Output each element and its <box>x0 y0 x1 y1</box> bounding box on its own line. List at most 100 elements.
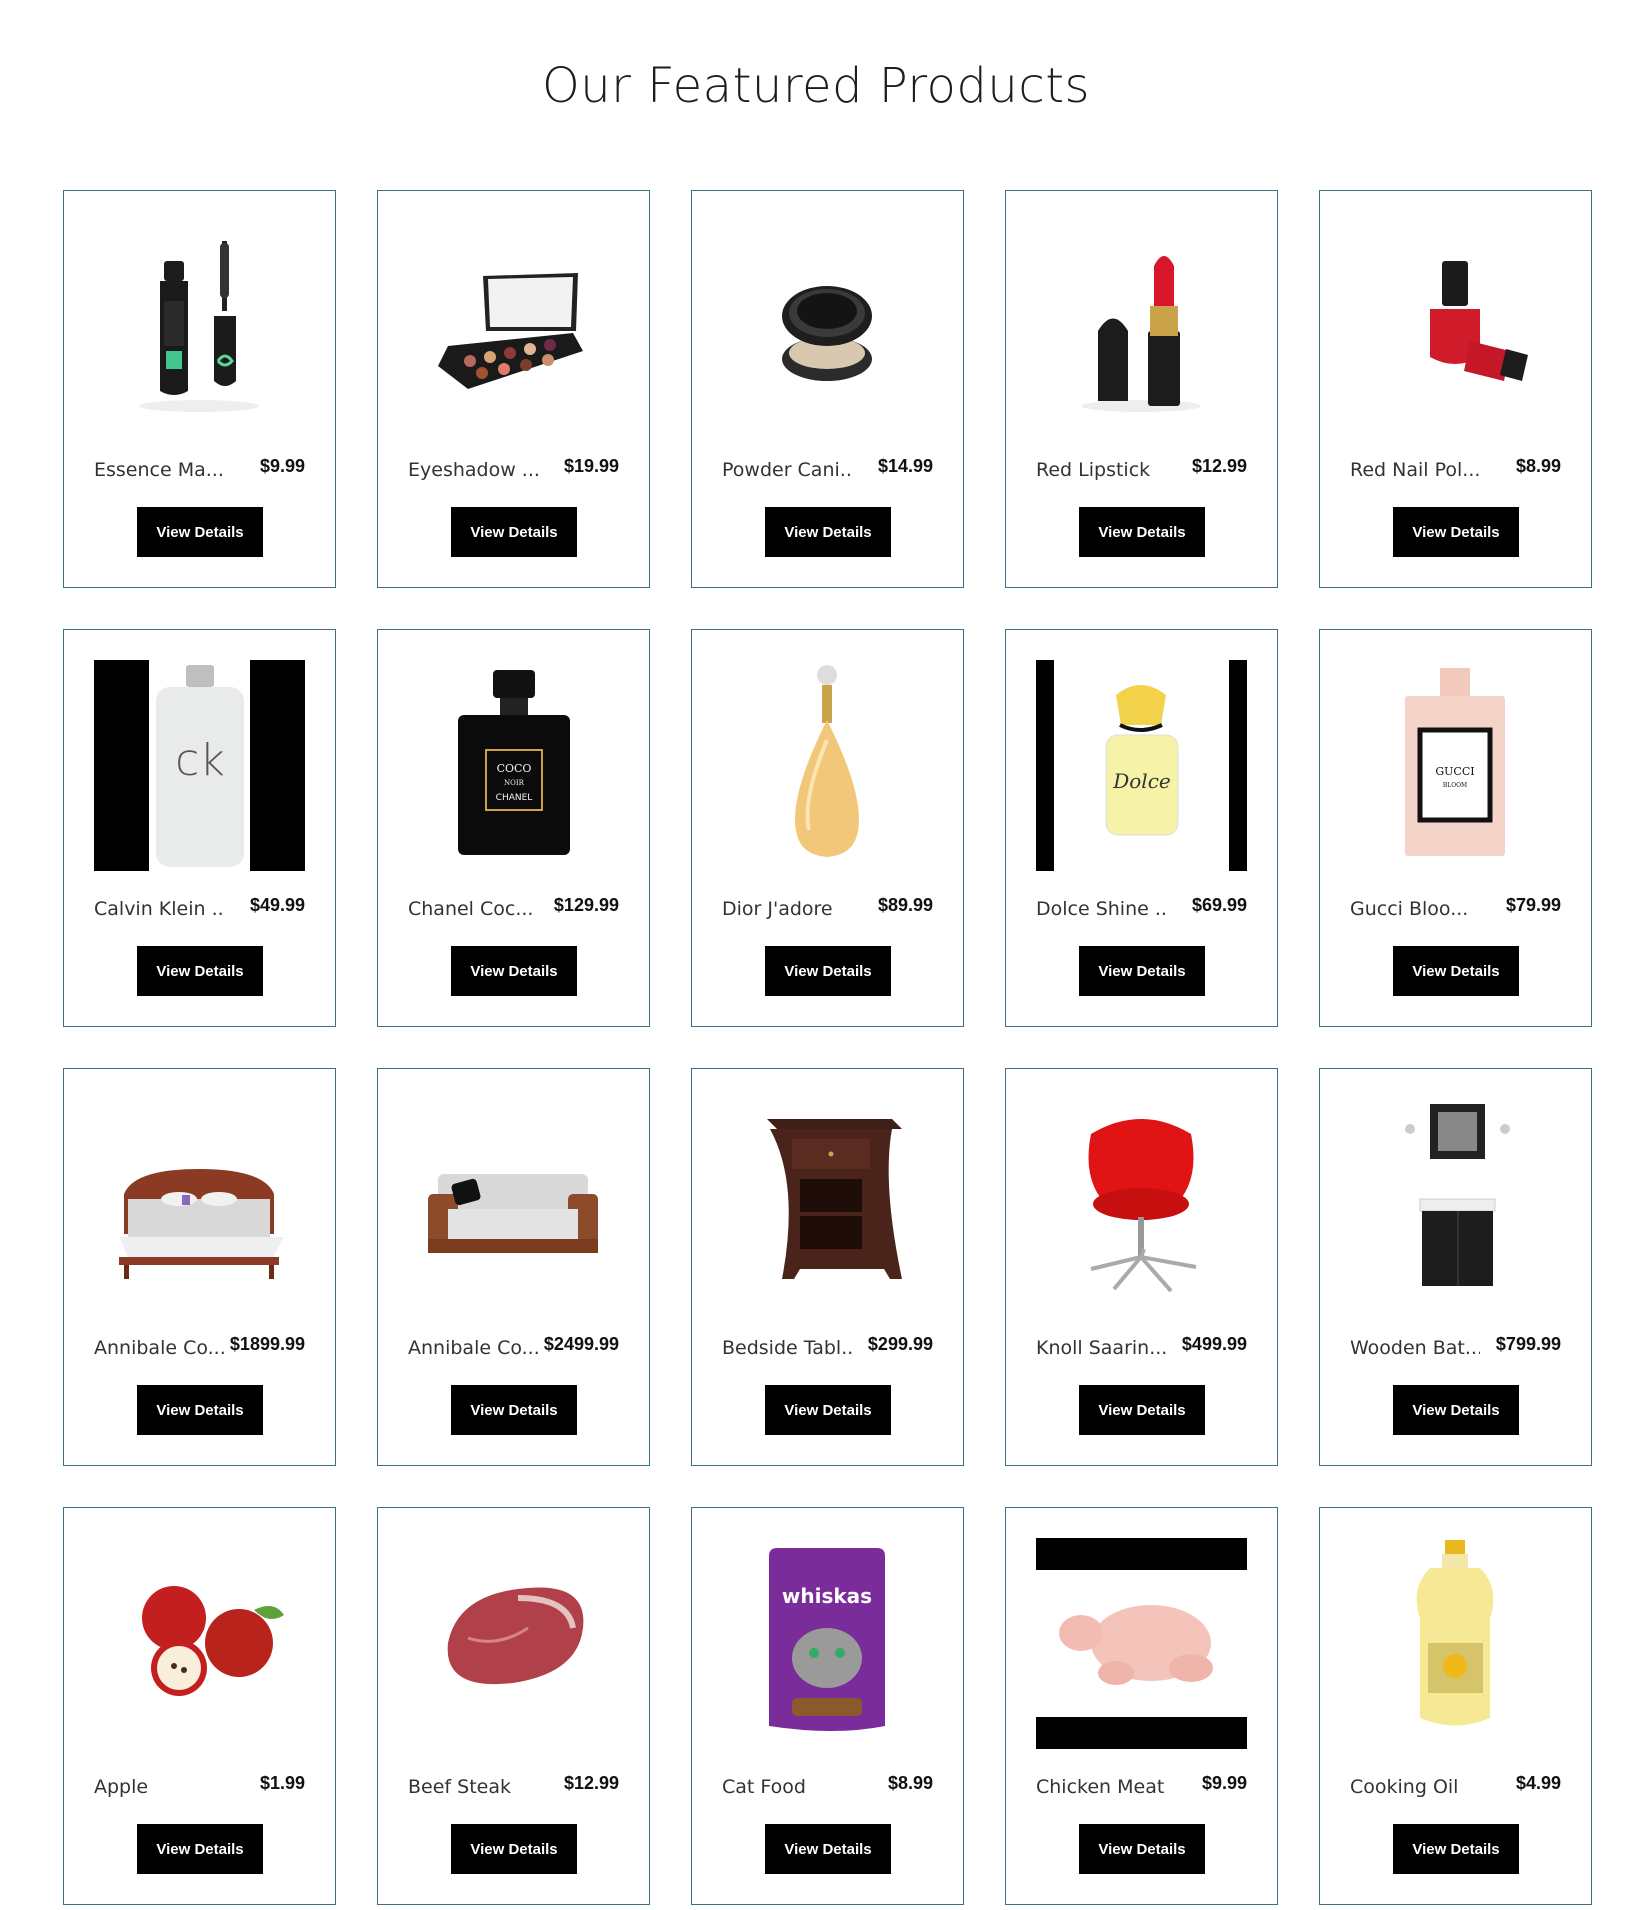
product-card: COCO NOIR CHANEL Chanel Coc... $129.99 View… <box>377 629 650 1027</box>
perfume-chanel-image[interactable]: COCO NOIR CHANEL <box>408 660 619 871</box>
view-details-button[interactable]: View Details <box>137 507 263 557</box>
product-price: $8.99 <box>1515 456 1561 476</box>
nail-polish-image[interactable] <box>1350 221 1561 432</box>
product-card: Apple $1.99 View Details <box>63 1507 336 1905</box>
product-price: $79.99 <box>1505 895 1561 915</box>
product-price: $129.99 <box>553 895 619 915</box>
product-name: Calvin Klein ... <box>94 898 224 920</box>
view-details-button[interactable]: View Details <box>1393 1385 1519 1435</box>
svg-text:NOIR: NOIR <box>504 779 525 787</box>
view-details-button[interactable]: View Details <box>451 1385 577 1435</box>
red-chair-image[interactable] <box>1036 1099 1247 1310</box>
view-details-button[interactable]: View Details <box>1079 1385 1205 1435</box>
product-price: $9.99 <box>259 456 305 476</box>
product-price: $9.99 <box>1201 1773 1247 1793</box>
product-price: $49.99 <box>249 895 305 915</box>
svg-text:GUCCI: GUCCI <box>1435 765 1474 778</box>
bed-image[interactable] <box>94 1099 305 1310</box>
product-name: Beef Steak <box>408 1776 511 1798</box>
product-name: Annibale Co... <box>408 1337 538 1359</box>
view-details-button[interactable]: View Details <box>1079 507 1205 557</box>
product-price: $69.99 <box>1191 895 1247 915</box>
product-price: $4.99 <box>1515 1773 1561 1793</box>
steak-image[interactable] <box>408 1538 619 1749</box>
product-name: Chicken Meat <box>1036 1776 1165 1798</box>
product-price: $14.99 <box>877 456 933 476</box>
view-details-button[interactable]: View Details <box>765 507 891 557</box>
cat-food-pouch-image[interactable]: whiskas <box>722 1538 933 1749</box>
product-name: Annibale Co... <box>94 1337 224 1359</box>
product-card: Essence Ma... $9.99 View Details <box>63 190 336 588</box>
oil-bottle-image[interactable] <box>1350 1538 1561 1749</box>
sofa-image[interactable] <box>408 1099 619 1310</box>
chicken-image[interactable] <box>1036 1538 1247 1749</box>
product-price: $12.99 <box>563 1773 619 1793</box>
product-price: $1899.99 <box>229 1334 305 1354</box>
svg-text:CHANEL: CHANEL <box>496 793 533 803</box>
product-card: Chicken Meat $9.99 View Details <box>1005 1507 1278 1905</box>
product-name: Eyeshadow ... <box>408 459 538 481</box>
product-name: Wooden Bat... <box>1350 1337 1480 1359</box>
bathroom-vanity-image[interactable] <box>1350 1099 1561 1310</box>
view-details-button[interactable]: View Details <box>765 1385 891 1435</box>
page-title: Our Featured Products <box>541 58 1091 114</box>
product-card: Dior J'adore $89.99 View Details <box>691 629 964 1027</box>
product-name: Red Nail Pol... <box>1350 459 1480 481</box>
svg-text:Dolce: Dolce <box>1112 769 1171 793</box>
product-price: $299.99 <box>867 1334 933 1354</box>
view-details-button[interactable]: View Details <box>1393 1824 1519 1874</box>
perfume-dolce-image[interactable]: Dolce <box>1036 660 1247 871</box>
product-card: Knoll Saarin... $499.99 View Details <box>1005 1068 1278 1466</box>
product-grid: Essence Ma... $9.99 View Details Eyeshadow… <box>63 190 1592 1905</box>
product-price: $1.99 <box>259 1773 305 1793</box>
apple-image[interactable] <box>94 1538 305 1749</box>
product-price: $8.99 <box>887 1773 933 1793</box>
product-card: Eyeshadow ... $19.99 View Details <box>377 190 650 588</box>
svg-text:BLOOM: BLOOM <box>1443 782 1467 789</box>
product-name: Apple <box>94 1776 149 1798</box>
eyeshadow-palette-image[interactable] <box>408 221 619 432</box>
view-details-button[interactable]: View Details <box>1393 946 1519 996</box>
lipstick-image[interactable] <box>1036 221 1247 432</box>
product-card: Red Nail Pol... $8.99 View Details <box>1319 190 1592 588</box>
product-name: Powder Cani... <box>722 459 852 481</box>
view-details-button[interactable]: View Details <box>137 1824 263 1874</box>
product-name: Red Lipstick <box>1036 459 1151 481</box>
product-name: Dolce Shine ... <box>1036 898 1166 920</box>
product-card: Dolce Dolce Shine ... $69.99 View Details <box>1005 629 1278 1027</box>
powder-compact-image[interactable] <box>722 221 933 432</box>
product-card: Powder Cani... $14.99 View Details <box>691 190 964 588</box>
product-price: $499.99 <box>1181 1334 1247 1354</box>
product-price: $12.99 <box>1191 456 1247 476</box>
product-name: Knoll Saarin... <box>1036 1337 1166 1359</box>
product-price: $799.99 <box>1495 1334 1561 1354</box>
product-card: whiskas Cat Food $8.99 View Details <box>691 1507 964 1905</box>
product-name: Bedside Tabl... <box>722 1337 852 1359</box>
product-price: $2499.99 <box>543 1334 619 1354</box>
product-name: Gucci Bloo... <box>1350 898 1469 920</box>
view-details-button[interactable]: View Details <box>451 507 577 557</box>
product-card: Annibale Co... $1899.99 View Details <box>63 1068 336 1466</box>
view-details-button[interactable]: View Details <box>1079 946 1205 996</box>
product-card: GUCCI BLOOM Gucci Bloo... $79.99 View Detai… <box>1319 629 1592 1027</box>
view-details-button[interactable]: View Details <box>451 946 577 996</box>
perfume-dior-image[interactable] <box>722 660 933 871</box>
bedside-table-image[interactable] <box>722 1099 933 1310</box>
product-card: Bedside Tabl... $299.99 View Details <box>691 1068 964 1466</box>
product-name: Essence Ma... <box>94 459 224 481</box>
view-details-button[interactable]: View Details <box>451 1824 577 1874</box>
view-details-button[interactable]: View Details <box>1079 1824 1205 1874</box>
perfume-ck-image[interactable]: ck <box>94 660 305 871</box>
product-card: Cooking Oil $4.99 View Details <box>1319 1507 1592 1905</box>
product-card: Red Lipstick $12.99 View Details <box>1005 190 1278 588</box>
view-details-button[interactable]: View Details <box>137 1385 263 1435</box>
product-name: Dior J'adore <box>722 898 833 920</box>
product-card: Annibale Co... $2499.99 View Details <box>377 1068 650 1466</box>
product-name: Chanel Coc... <box>408 898 534 920</box>
perfume-gucci-image[interactable]: GUCCI BLOOM <box>1350 660 1561 871</box>
mascara-image[interactable] <box>94 221 305 432</box>
view-details-button[interactable]: View Details <box>765 1824 891 1874</box>
view-details-button[interactable]: View Details <box>765 946 891 996</box>
view-details-button[interactable]: View Details <box>1393 507 1519 557</box>
view-details-button[interactable]: View Details <box>137 946 263 996</box>
